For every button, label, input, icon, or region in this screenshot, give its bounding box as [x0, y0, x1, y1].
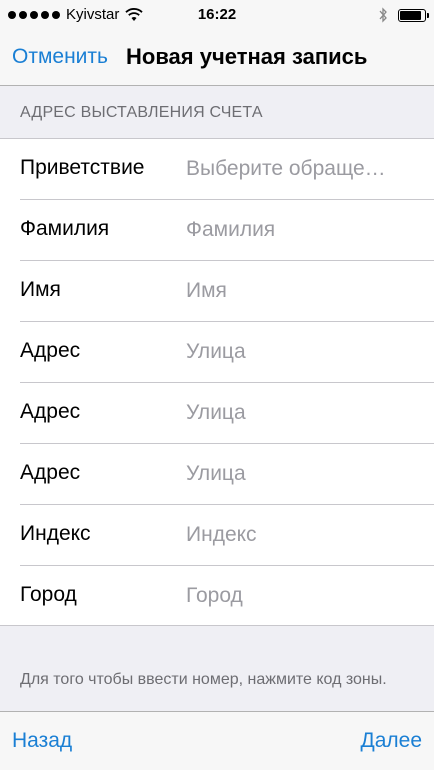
clock: 16:22	[197, 6, 237, 23]
address-1-field[interactable]	[186, 336, 416, 368]
status-right	[378, 7, 429, 23]
form-row-postal-code[interactable]: Индекс	[0, 505, 434, 566]
last-name-label: Фамилия	[20, 217, 110, 240]
form-row-last-name[interactable]: Фамилия	[0, 200, 434, 261]
back-button[interactable]: Назад	[12, 729, 72, 753]
salutation-field[interactable]	[186, 153, 416, 185]
form-row-address-3[interactable]: Адрес	[0, 444, 434, 505]
first-name-label: Имя	[20, 278, 61, 301]
section-header: АДРЕС ВЫСТАВЛЕНИЯ СЧЕТА	[20, 104, 263, 121]
battery-icon	[398, 8, 429, 22]
city-label: Город	[20, 583, 77, 606]
form-row-first-name[interactable]: Имя	[0, 261, 434, 322]
screen: Kyivstar 16:22 Отменить Новая учетная за…	[0, 0, 434, 770]
postal-code-field[interactable]	[186, 519, 416, 551]
form-row-address-2[interactable]: Адрес	[0, 383, 434, 444]
navigation-bar: Отменить Новая учетная запись	[0, 30, 434, 86]
bluetooth-icon	[379, 7, 387, 23]
address-2-field[interactable]	[186, 397, 416, 429]
next-button[interactable]: Далее	[360, 729, 422, 753]
address-1-label: Адрес	[20, 339, 81, 362]
billing-address-form: Приветствие Фамилия Имя Адрес Адрес Адре…	[0, 138, 434, 626]
status-bar: Kyivstar 16:22	[0, 0, 434, 30]
form-row-salutation[interactable]: Приветствие	[0, 139, 434, 200]
address-2-label: Адрес	[20, 400, 81, 423]
form-row-city[interactable]: Город	[0, 566, 434, 627]
first-name-field[interactable]	[186, 275, 416, 307]
bottom-toolbar: Назад Далее	[0, 711, 434, 770]
address-3-label: Адрес	[20, 461, 81, 484]
last-name-field[interactable]	[186, 214, 416, 246]
city-field[interactable]	[186, 580, 416, 612]
battery-level	[400, 10, 422, 20]
page-title: Новая учетная запись	[126, 44, 368, 69]
phone-hint-note: Для того чтобы ввести номер, нажмите код…	[20, 671, 387, 688]
form-row-address-1[interactable]: Адрес	[0, 322, 434, 383]
address-3-field[interactable]	[186, 458, 416, 490]
salutation-label: Приветствие	[20, 156, 145, 179]
postal-code-label: Индекс	[20, 522, 91, 545]
cancel-button[interactable]: Отменить	[12, 45, 108, 69]
